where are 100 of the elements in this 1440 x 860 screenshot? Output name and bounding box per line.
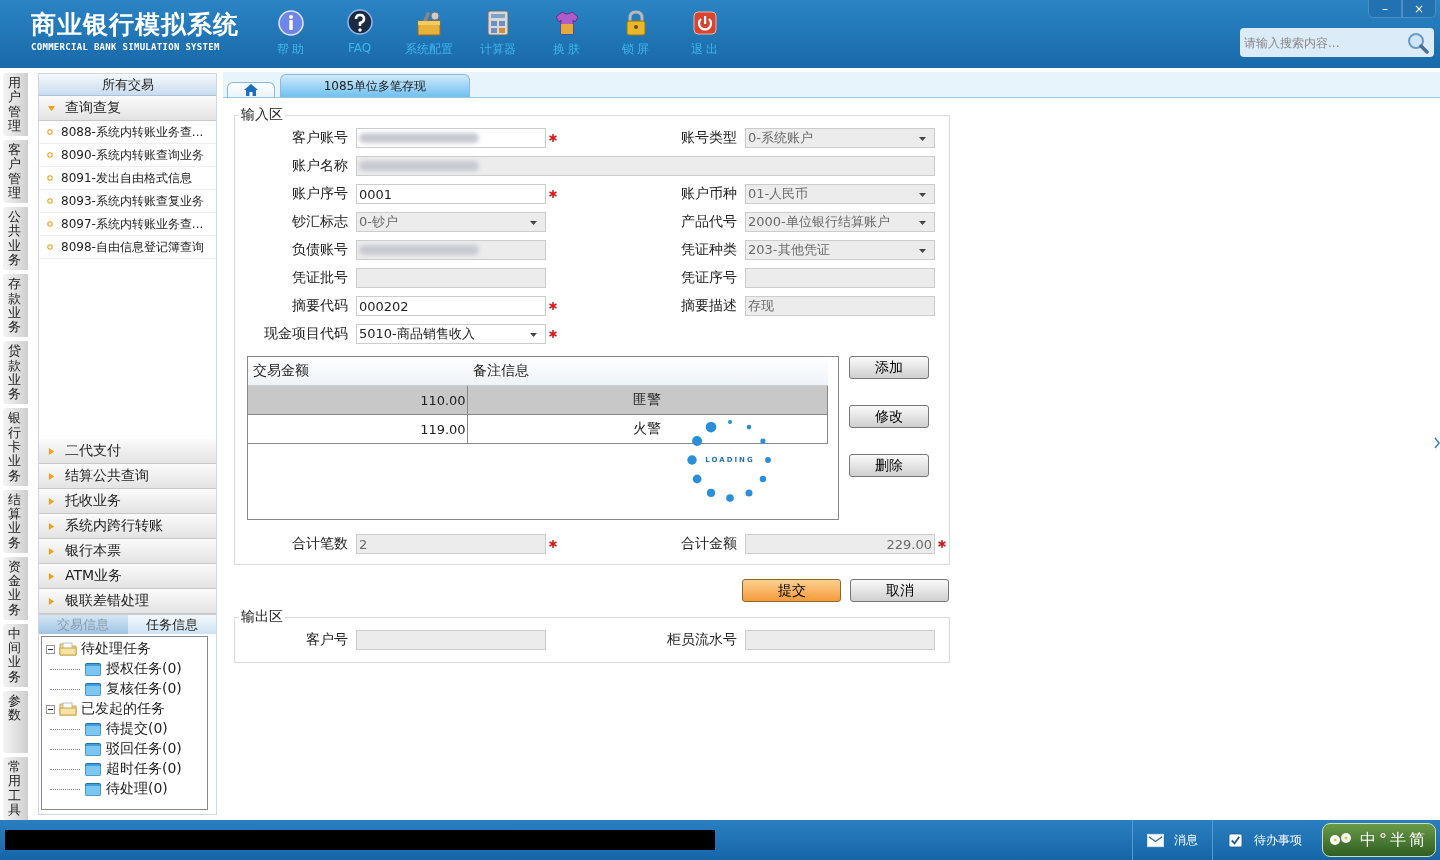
group-header[interactable]: 结算公共查询: [39, 464, 216, 489]
side-tab[interactable]: 公共业务: [3, 207, 28, 271]
collapse-icon[interactable]: [46, 704, 55, 714]
panel-tab[interactable]: 任务信息: [127, 615, 216, 634]
input-field[interactable]: [356, 630, 546, 650]
collapse-icon[interactable]: [46, 644, 55, 654]
field-label: 客户号: [305, 631, 349, 649]
bullet-icon: [47, 221, 53, 227]
field-label: 负债账号: [291, 241, 349, 259]
home-icon: [243, 83, 259, 97]
dropdown-arrow-icon: [530, 221, 537, 225]
tree-node[interactable]: 驳回任务(0): [106, 740, 182, 758]
column-header[interactable]: 交易金额: [248, 357, 468, 385]
side-tab[interactable]: 银行卡业务: [3, 408, 28, 486]
amount-cell: 119.00: [248, 415, 468, 443]
dropdown[interactable]: 2000-单位银行结算账户: [745, 212, 935, 232]
field-label: 现金项目代码: [263, 325, 349, 343]
dropdown-arrow-icon: [919, 137, 926, 141]
tree-node[interactable]: 超时任务(0): [106, 760, 182, 778]
tree-node[interactable]: 授权任务(0): [106, 660, 182, 678]
sidebar-title[interactable]: 所有交易: [39, 74, 216, 96]
field-label: 凭证序号: [680, 269, 738, 287]
page-tab[interactable]: 1085单位多笔存现: [280, 74, 470, 97]
input-field[interactable]: 229.00: [745, 534, 935, 554]
field-label: 账户序号: [291, 185, 349, 203]
input-method-option[interactable]: 中: [1360, 832, 1376, 848]
status-button[interactable]: 消息: [1132, 820, 1212, 860]
input-method-option[interactable]: 简: [1409, 832, 1425, 848]
side-tab[interactable]: 客户管理: [3, 140, 28, 204]
menu-item[interactable]: 8093-系统内转账查复业务: [39, 190, 216, 213]
field-label: 摘要描述: [680, 297, 738, 315]
tree-node[interactable]: 待提交(0): [106, 720, 168, 738]
side-tab[interactable]: 参数: [3, 690, 28, 753]
caret-icon: [48, 572, 55, 580]
grid-button[interactable]: 删除: [849, 454, 929, 477]
search-icon: [1407, 32, 1429, 54]
caret-icon: [48, 597, 55, 605]
group-header[interactable]: 银行本票: [39, 539, 216, 564]
field-label: 账户币种: [680, 185, 738, 203]
folder-icon: [85, 742, 101, 756]
grid-button[interactable]: 添加: [849, 356, 929, 379]
input-field[interactable]: [356, 156, 935, 176]
dropdown[interactable]: 203-其他凭证: [745, 240, 935, 260]
menu-item[interactable]: 8097-系统内转账业务查...: [39, 213, 216, 236]
input-method-option[interactable]: °: [1379, 832, 1387, 848]
dropdown[interactable]: 5010-商品销售收入: [356, 324, 546, 344]
input-field[interactable]: [745, 268, 935, 288]
toolbox-icon: [414, 9, 443, 37]
side-tab[interactable]: 贷款业务: [3, 341, 28, 405]
group-header[interactable]: 查询查复: [39, 96, 216, 121]
input-field[interactable]: [356, 240, 546, 260]
input-field[interactable]: 2: [356, 534, 546, 554]
input-method-option[interactable]: 半: [1390, 832, 1406, 848]
input-field[interactable]: [356, 128, 546, 148]
power-icon: [690, 9, 719, 37]
tree-node[interactable]: 待处理(0): [106, 780, 168, 798]
grid-button[interactable]: 修改: [849, 405, 929, 428]
window-button[interactable]: –: [1368, 0, 1402, 18]
group-header[interactable]: 二代支付: [39, 439, 216, 464]
side-tab[interactable]: 存款业务: [3, 274, 28, 338]
bullet-icon: [47, 152, 53, 158]
input-field[interactable]: [356, 268, 546, 288]
group-header[interactable]: 系统内跨行转账: [39, 514, 216, 539]
grid-row[interactable]: 110.00 匪警: [248, 386, 828, 415]
input-field[interactable]: 存现: [745, 296, 935, 316]
status-button[interactable]: 待办事项: [1212, 820, 1316, 860]
cancel-button[interactable]: 取消: [850, 579, 949, 602]
input-field[interactable]: 000202: [356, 296, 546, 316]
tree-node[interactable]: 复核任务(0): [106, 680, 182, 698]
group-header[interactable]: 银联差错处理: [39, 589, 216, 614]
menu-item[interactable]: 8088-系统内转账业务查...: [39, 121, 216, 144]
caret-icon: [48, 522, 55, 530]
caret-icon: [48, 447, 55, 455]
tree-node[interactable]: 待处理任务: [81, 640, 151, 658]
field-label: 凭证种类: [680, 241, 738, 259]
folder-icon: [85, 662, 101, 676]
side-tab[interactable]: 用户管理: [3, 73, 28, 137]
input-method-bar[interactable]: 中 ° 半 简: [1322, 823, 1436, 857]
side-tab[interactable]: 常用工具: [3, 756, 28, 821]
input-field[interactable]: 0001: [356, 184, 546, 204]
field-label: 摘要代码: [291, 297, 349, 315]
menu-item[interactable]: 8090-系统内转账查询业务: [39, 144, 216, 167]
dropdown[interactable]: 0-钞户: [356, 212, 546, 232]
window-button[interactable]: ×: [1402, 0, 1436, 18]
input-field[interactable]: [745, 630, 935, 650]
side-tab[interactable]: 中间业务: [3, 623, 28, 687]
side-tab[interactable]: 资金业务: [3, 556, 28, 620]
tree-node[interactable]: 已发起的任务: [81, 700, 165, 718]
side-tab[interactable]: 结算业务: [3, 489, 28, 553]
search-field[interactable]: 请输入搜索内容...: [1240, 28, 1434, 57]
menu-item[interactable]: 8098-自由信息登记簿查询: [39, 236, 216, 259]
column-header[interactable]: 备注信息: [468, 357, 828, 385]
menu-item[interactable]: 8091-发出自由格式信息: [39, 167, 216, 190]
group-header[interactable]: 托收业务: [39, 489, 216, 514]
dropdown[interactable]: 01-人民币: [745, 184, 935, 204]
dropdown[interactable]: 0-系统账户: [745, 128, 935, 148]
folder-icon: [85, 722, 101, 736]
page-tab[interactable]: [227, 82, 275, 97]
group-header[interactable]: ATM业务: [39, 564, 216, 589]
submit-button[interactable]: 提交: [742, 579, 841, 602]
